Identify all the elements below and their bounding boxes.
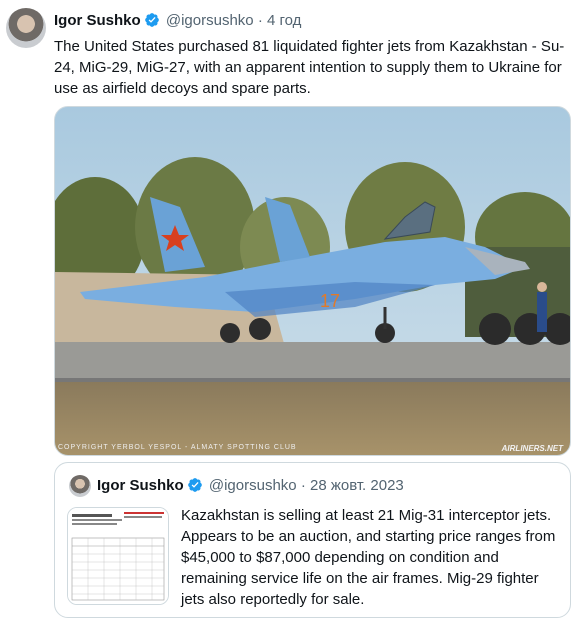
quoted-document-thumbnail[interactable]: [67, 507, 169, 605]
photo-copyright: COPYRIGHT YERBOL YESPOL - ALMATY SPOTTIN…: [58, 444, 297, 451]
quoted-author-avatar[interactable]: [69, 475, 91, 497]
separator-dot: ·: [300, 477, 306, 494]
author-handle[interactable]: @igorsushko: [166, 12, 254, 29]
tail-number: 17: [320, 291, 340, 311]
photo-watermark: AIRLINERS.NET: [501, 444, 563, 453]
quoted-tweet-timestamp[interactable]: 28 жовт. 2023: [310, 477, 404, 494]
separator-dot: ·: [257, 12, 263, 29]
fighter-jet-photo: 17: [55, 107, 570, 455]
tweet-timestamp[interactable]: 4 год: [267, 12, 301, 29]
quoted-tweet-card[interactable]: Igor Sushko @igorsushko · 28 жовт. 2023: [54, 462, 571, 618]
tweet-header: Igor Sushko @igorsushko · 4 год: [54, 12, 301, 32]
quoted-author-name[interactable]: Igor Sushko: [97, 477, 184, 494]
document-table-image: [68, 508, 168, 604]
verified-badge-icon: [144, 12, 160, 32]
verified-badge-icon: [187, 477, 203, 497]
quoted-tweet-header: Igor Sushko @igorsushko · 28 жовт. 2023: [97, 477, 404, 497]
quoted-author-handle[interactable]: @igorsushko: [209, 477, 297, 494]
quoted-tweet-text: Kazakhstan is selling at least 21 Mig-31…: [181, 507, 556, 608]
author-name[interactable]: Igor Sushko: [54, 12, 141, 29]
tweet-media-photo[interactable]: 17: [54, 106, 571, 456]
author-avatar[interactable]: [6, 8, 46, 48]
tweet-text: The United States purchased 81 liquidate…: [54, 38, 565, 97]
